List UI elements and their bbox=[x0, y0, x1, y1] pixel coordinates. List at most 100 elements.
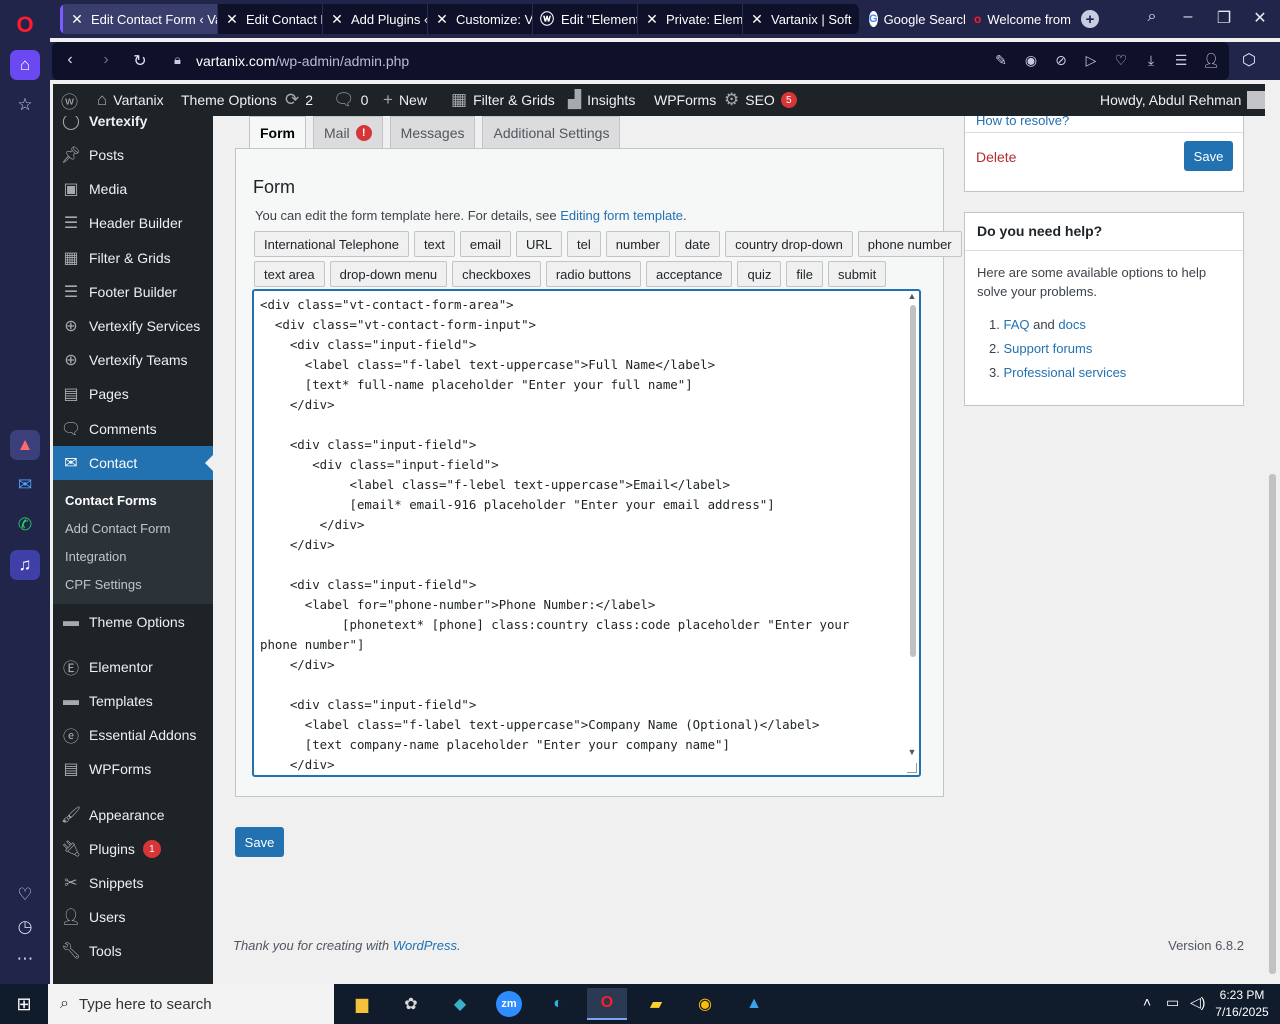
tag-phone-number-button[interactable]: phone number bbox=[857, 231, 962, 257]
zoom-icon[interactable]: zm bbox=[489, 988, 529, 1020]
wp-logo-icon[interactable]: ⓦ bbox=[61, 84, 78, 116]
editing-form-template-link[interactable]: Editing form template bbox=[560, 208, 683, 223]
tab-form[interactable]: Form bbox=[249, 116, 306, 149]
tag-email-button[interactable]: email bbox=[459, 231, 511, 257]
menu-icon[interactable]: ☰ bbox=[1172, 52, 1190, 69]
back-icon[interactable]: ‹ bbox=[60, 51, 80, 69]
bookmark-heart-icon[interactable]: ♡ bbox=[1112, 52, 1130, 69]
sidebar-item-elementor[interactable]: Ⓔ Elementor bbox=[53, 650, 213, 684]
tab-google-search[interactable]: G Google Search bbox=[865, 4, 965, 34]
tag-radio-buttons-button[interactable]: radio buttons bbox=[545, 261, 641, 287]
music-player-icon[interactable]: ♫ bbox=[10, 550, 40, 580]
faq-link[interactable]: FAQ bbox=[1003, 317, 1029, 332]
tag-acceptance-button[interactable]: acceptance bbox=[645, 261, 733, 287]
heart-icon[interactable]: ♡ bbox=[10, 880, 40, 910]
show-hidden-icons[interactable]: ˄ bbox=[1143, 994, 1151, 1010]
page-scrollbar[interactable] bbox=[1265, 84, 1280, 984]
docs-link[interactable]: docs bbox=[1058, 317, 1085, 332]
sidebar-item-posts[interactable]: 📌︎ Posts bbox=[53, 138, 213, 172]
wordpress-link[interactable]: WordPress bbox=[393, 938, 457, 953]
aria-icon[interactable]: ▲ bbox=[10, 430, 40, 460]
tag-country-dropdown-button[interactable]: country drop-down bbox=[725, 231, 853, 257]
tag-international-telephone-button[interactable]: International Telephone bbox=[254, 231, 409, 257]
sticky-notes-icon[interactable]: ▰ bbox=[636, 988, 676, 1020]
site-name-link[interactable]: ⌂ Vartanix bbox=[97, 84, 164, 116]
submenu-add-contact-form[interactable]: Add Contact Form bbox=[65, 521, 171, 536]
sidebar-item-users[interactable]: 👤︎ Users bbox=[53, 900, 213, 934]
tab-messages[interactable]: Messages bbox=[389, 116, 476, 149]
tag-quiz-button[interactable]: quiz bbox=[737, 261, 782, 287]
network-icon[interactable]: ▭ bbox=[1166, 994, 1179, 1011]
more-icon[interactable]: ⋯ bbox=[10, 944, 40, 974]
history-icon[interactable]: ◷ bbox=[10, 912, 40, 942]
comments-link[interactable]: 🗨︎ 0 bbox=[333, 84, 368, 116]
sidebar-item-vertexify-services[interactable]: ⊕ Vertexify Services bbox=[53, 309, 213, 343]
delete-link[interactable]: Delete bbox=[976, 149, 1016, 165]
tab-mail[interactable]: Mail! bbox=[313, 116, 383, 149]
how-to-resolve-link[interactable]: How to resolve? bbox=[976, 116, 1069, 128]
taskbar-search[interactable]: ⌕ Type here to search bbox=[48, 984, 334, 1024]
tag-file-button[interactable]: file bbox=[786, 261, 823, 287]
search-tabs-icon[interactable]: ⌕ bbox=[1140, 8, 1164, 26]
forward-icon[interactable]: › bbox=[96, 51, 116, 69]
sidebar-item-comments[interactable]: 🗨︎ Comments bbox=[53, 412, 213, 446]
edit-icon[interactable]: ✎ bbox=[992, 52, 1010, 69]
sidebar-item-templates[interactable]: ▬ Templates bbox=[53, 684, 213, 718]
volume-icon[interactable]: ◁) bbox=[1190, 994, 1205, 1011]
submenu-contact-forms[interactable]: Contact Forms bbox=[65, 493, 157, 508]
theme-options-link[interactable]: Theme Options bbox=[181, 84, 277, 116]
sidebar-item-vertexify-teams[interactable]: ⊕ Vertexify Teams bbox=[53, 343, 213, 377]
sidebar-item-theme-options[interactable]: ▬ Theme Options bbox=[53, 605, 213, 639]
camera-icon[interactable]: ◉ bbox=[1022, 52, 1040, 69]
form-template-textarea[interactable]: <div class="vt-contact-form-area"> <div … bbox=[252, 289, 921, 777]
updates-link[interactable]: ⟳ 2 bbox=[285, 84, 313, 116]
page-scrollbar-thumb[interactable] bbox=[1269, 474, 1276, 974]
sidebar-item-pages[interactable]: ▤ Pages bbox=[53, 377, 213, 411]
sidebar-item-vertexify[interactable]: ◯ Vertexify bbox=[53, 116, 213, 138]
play-icon[interactable]: ▷ bbox=[1082, 52, 1100, 69]
tab-edit-contact-form-2[interactable]: ✕ Edit Contact F bbox=[218, 4, 323, 34]
sidebar-item-snippets[interactable]: ✂ Snippets bbox=[53, 866, 213, 900]
taskbar-clock[interactable]: 6:23 PM 7/16/2025 bbox=[1212, 987, 1272, 1021]
support-forums-link[interactable]: Support forums bbox=[1003, 341, 1092, 356]
sidebar-item-plugins[interactable]: 🔌︎ Plugins 1 bbox=[53, 832, 213, 866]
extensions-icon[interactable]: ⬡ bbox=[1242, 50, 1256, 70]
tag-url-button[interactable]: URL bbox=[515, 231, 562, 257]
tag-submit-button[interactable]: submit bbox=[827, 261, 887, 287]
star-icon[interactable]: ☆ bbox=[10, 90, 40, 120]
sidebar-item-header-builder[interactable]: ☰ Header Builder bbox=[53, 206, 213, 240]
tag-tel-button[interactable]: tel bbox=[567, 231, 601, 257]
tab-private-elementor[interactable]: ✕ Private: Eleme bbox=[638, 4, 743, 34]
howdy-user[interactable]: Howdy, Abdul Rehman bbox=[1100, 84, 1266, 116]
sidebar-item-tools[interactable]: 🔧︎ Tools bbox=[53, 934, 213, 968]
url-field[interactable]: vartanix.com/wp-admin/admin.php bbox=[196, 53, 409, 69]
wpforms-link[interactable]: WPForms bbox=[654, 84, 716, 116]
sidebar-item-appearance[interactable]: 🖌︎ Appearance bbox=[53, 798, 213, 832]
tag-date-button[interactable]: date bbox=[674, 231, 721, 257]
tab-add-plugins[interactable]: ✕ Add Plugins ‹ bbox=[323, 4, 428, 34]
tag-number-button[interactable]: number bbox=[605, 231, 670, 257]
tab-welcome[interactable]: o Welcome from bbox=[970, 4, 1074, 34]
download-icon[interactable]: ⤓ bbox=[1142, 52, 1160, 69]
windows-start-icon[interactable]: ⊞ bbox=[0, 984, 48, 1024]
submenu-integration[interactable]: Integration bbox=[65, 549, 126, 564]
adblock-icon[interactable]: ⊘ bbox=[1052, 52, 1070, 69]
insights-link[interactable]: ▟ Insights bbox=[568, 84, 635, 116]
scroll-down-icon[interactable]: ▼ bbox=[907, 747, 917, 757]
app-icon[interactable]: ◆ bbox=[440, 988, 480, 1020]
messenger-icon[interactable]: ✉ bbox=[10, 470, 40, 500]
tag-text-area-button[interactable]: text area bbox=[254, 261, 325, 287]
sidebar-item-wpforms[interactable]: ▤ WPForms bbox=[53, 752, 213, 786]
resize-handle-icon[interactable] bbox=[907, 763, 917, 773]
file-explorer-icon[interactable]: ▆ bbox=[342, 988, 382, 1020]
professional-services-link[interactable]: Professional services bbox=[1003, 365, 1126, 380]
tab-additional-settings[interactable]: Additional Settings bbox=[482, 116, 621, 149]
opera-logo-icon[interactable]: O bbox=[10, 10, 40, 40]
tag-text-button[interactable]: text bbox=[413, 231, 455, 257]
new-tab-icon[interactable]: + bbox=[1081, 10, 1099, 28]
restore-icon[interactable]: ❐ bbox=[1212, 8, 1236, 28]
home-icon[interactable]: ⌂ bbox=[10, 50, 40, 80]
sidebar-item-footer-builder[interactable]: ☰ Footer Builder bbox=[53, 275, 213, 309]
tab-customize[interactable]: ✕ Customize: Va bbox=[428, 4, 533, 34]
photos-icon[interactable]: ▲ bbox=[734, 988, 774, 1020]
